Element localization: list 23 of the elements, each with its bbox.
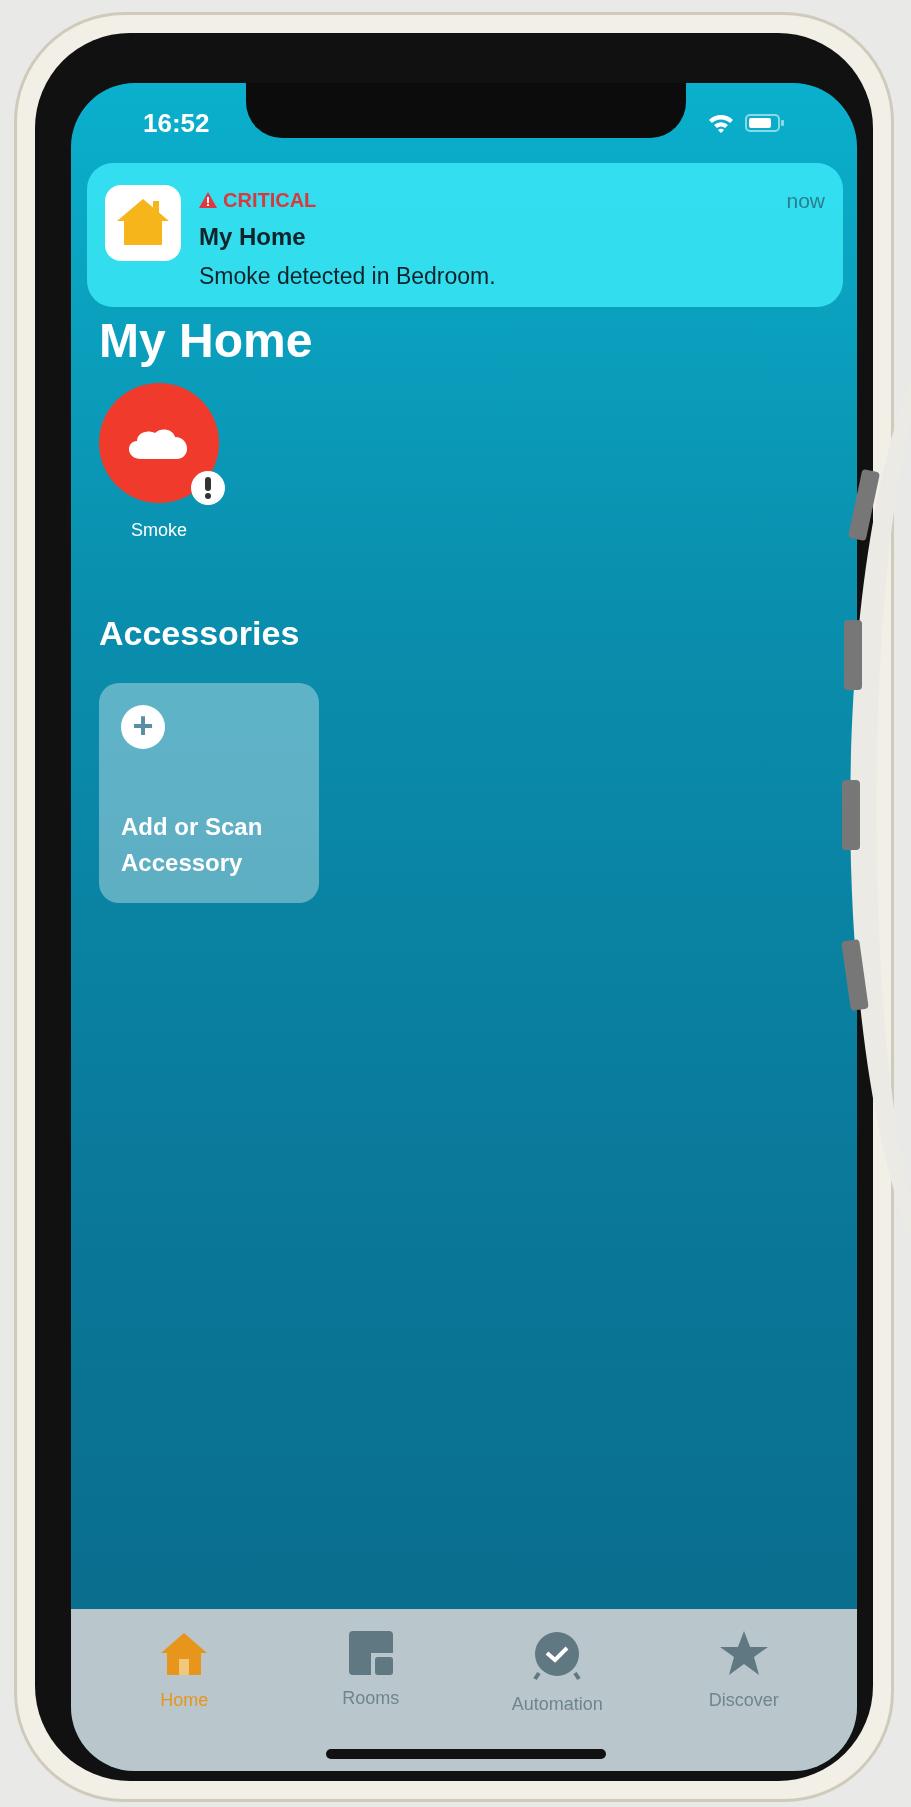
notification-banner[interactable]: CRITICAL My Home Smoke detected in Bedroom. now: [87, 163, 843, 307]
tile-label: Add or Scan Accessory: [121, 812, 264, 878]
tab-bar-item[interactable]: Automation: [482, 1631, 633, 1718]
add-accessory-tile[interactable]: + Add or Scan Accessory: [99, 683, 319, 903]
sensor-label: Smoke: [131, 519, 187, 542]
home-title: My Home: [99, 317, 313, 365]
home-app-icon: [105, 185, 181, 261]
plus-icon: +: [121, 705, 165, 749]
warning-icon: [199, 192, 217, 208]
status-time: 16:52: [143, 106, 210, 140]
wifi-icon: [707, 112, 735, 134]
rooms-icon: [348, 1631, 393, 1675]
tab-bar-item[interactable]: Rooms: [295, 1631, 446, 1712]
tab-bar-item[interactable]: Discover: [668, 1631, 819, 1714]
battery-icon: [745, 113, 785, 133]
notification-tag: CRITICAL: [223, 185, 317, 215]
notification-title: My Home: [199, 222, 307, 252]
section-heading: Accessories: [99, 613, 300, 654]
clock-icon: [533, 1631, 582, 1681]
star-icon: [719, 1631, 768, 1677]
notification-message: Smoke detected in Bedroom.: [199, 262, 497, 291]
tab-bar-item[interactable]: Home: [109, 1631, 260, 1714]
notification-time: now: [786, 188, 825, 214]
